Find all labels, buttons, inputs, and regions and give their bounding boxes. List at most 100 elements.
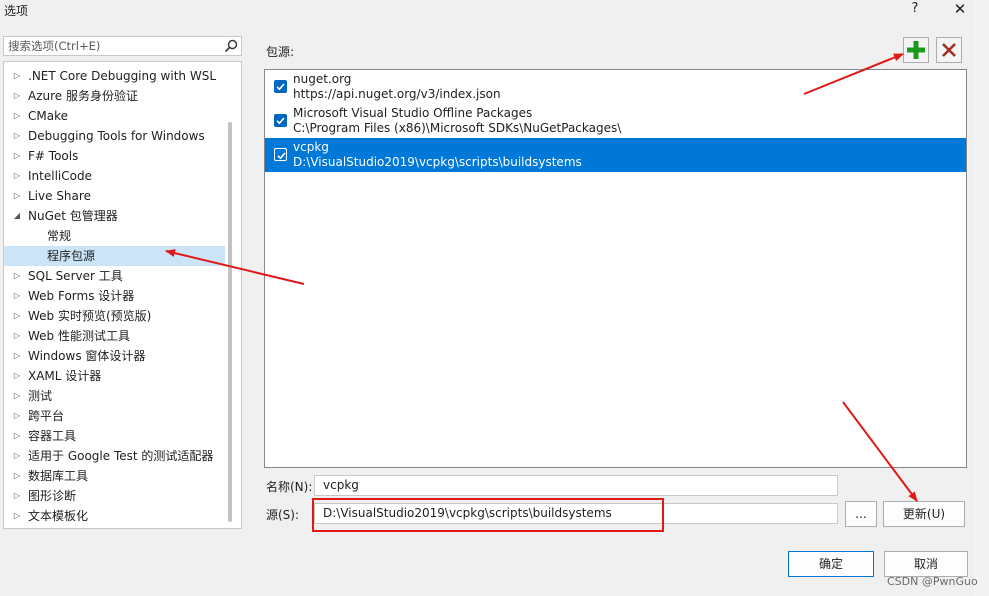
collapsed-arrow-icon[interactable]: ▷ (12, 126, 22, 146)
tree-item[interactable]: ▷ XAML 设计器 (4, 366, 225, 386)
source-url: D:\VisualStudio2019\vcpkg\scripts\builds… (293, 155, 582, 169)
tree-item[interactable]: ▷ F# Tools (4, 146, 225, 166)
collapsed-arrow-icon[interactable]: ▷ (12, 466, 22, 486)
tree-item-label: 程序包源 (47, 249, 96, 263)
collapsed-arrow-icon[interactable]: ▷ (12, 446, 22, 466)
tree-item[interactable]: ▷ SQL Server 工具 (4, 266, 225, 286)
search-input[interactable] (4, 37, 218, 55)
source-url: C:\Program Files (x86)\Microsoft SDKs\Nu… (293, 121, 622, 135)
tree-item[interactable]: ▷ 跨平台 (4, 406, 225, 426)
close-button[interactable]: ✕ (950, 0, 970, 18)
tree-item[interactable]: ▷ IntelliCode (4, 166, 225, 186)
tree-item-label: Debugging Tools for Windows (28, 129, 205, 143)
tree-item-label: Windows 窗体设计器 (28, 349, 146, 363)
collapsed-arrow-icon[interactable]: ▷ (12, 486, 22, 506)
collapsed-arrow-icon[interactable]: ▷ (12, 346, 22, 366)
tree-item[interactable]: ▷ 容器工具 (4, 426, 225, 446)
add-source-button[interactable] (903, 37, 929, 63)
tree-item[interactable]: ▷ Web 性能测试工具 (4, 326, 225, 346)
help-button[interactable]: ? (907, 1, 923, 16)
tree-item[interactable]: ▷ Web 实时预览(预览版) (4, 306, 225, 326)
source-enabled-checkbox[interactable] (274, 148, 287, 161)
tree-item[interactable]: ▷ 数据库工具 (4, 466, 225, 486)
tree-item-label: Azure 服务身份验证 (28, 89, 138, 103)
window-title: 选项 (4, 4, 29, 18)
tree-item-label: IntelliCode (28, 169, 92, 183)
source-field[interactable]: D:\VisualStudio2019\vcpkg\scripts\builds… (314, 503, 838, 524)
collapsed-arrow-icon[interactable]: ▷ (12, 86, 22, 106)
tree-item[interactable]: ▷ 文本模板化 (4, 506, 225, 526)
source-name: vcpkg (293, 140, 329, 154)
tree-item[interactable]: ▷ Live Share (4, 186, 225, 206)
tree-item-label: Web 性能测试工具 (28, 329, 130, 343)
package-source-row[interactable]: vcpkg D:\VisualStudio2019\vcpkg\scripts\b… (265, 138, 966, 172)
expanded-arrow-icon[interactable]: ◢ (12, 206, 22, 226)
source-url: https://api.nuget.org/v3/index.json (293, 87, 501, 101)
tree-item[interactable]: ▷ .NET Core Debugging with WSL (4, 66, 225, 86)
update-button[interactable]: 更新(U) (883, 501, 965, 527)
source-enabled-checkbox[interactable] (274, 114, 287, 127)
source-name: Microsoft Visual Studio Offline Packages (293, 106, 533, 120)
collapsed-arrow-icon[interactable]: ▷ (12, 286, 22, 306)
package-source-row[interactable]: Microsoft Visual Studio Offline Packages… (265, 104, 966, 138)
tree-item[interactable]: 程序包源 (4, 246, 225, 266)
tree-item-label: 跨平台 (28, 409, 65, 423)
options-tree: ▷ .NET Core Debugging with WSL ▷ Azure 服务身份… (3, 61, 242, 529)
package-source-list: nuget.org https://api.nuget.org/v3/index.… (264, 69, 967, 468)
cancel-button[interactable]: 取消 (884, 551, 968, 577)
search-icon[interactable] (224, 39, 238, 53)
tree-item-label: Web Forms 设计器 (28, 289, 135, 303)
tree-item[interactable]: ▷ Windows 窗体设计器 (4, 346, 225, 366)
collapsed-arrow-icon[interactable]: ▷ (12, 326, 22, 346)
tree-item[interactable]: ▷ 适用于 Google Test 的测试适配器 (4, 446, 225, 466)
name-field[interactable]: vcpkg (314, 475, 838, 496)
delete-x-icon (942, 43, 956, 57)
title-bar: 选项 ? ✕ (0, 0, 989, 24)
collapsed-arrow-icon[interactable]: ▷ (12, 506, 22, 526)
remove-source-button[interactable] (936, 37, 962, 63)
tree-scrollbar[interactable] (228, 122, 232, 522)
collapsed-arrow-icon[interactable]: ▷ (12, 66, 22, 86)
tree-item-label: F# Tools (28, 149, 79, 163)
ok-button[interactable]: 确定 (788, 551, 874, 577)
tree-item[interactable]: ◢ NuGet 包管理器 (4, 206, 225, 226)
collapsed-arrow-icon[interactable]: ▷ (12, 166, 22, 186)
collapsed-arrow-icon[interactable]: ▷ (12, 386, 22, 406)
tree-item[interactable]: ▷ Debugging Tools for Windows (4, 126, 225, 146)
tree-item-label: Live Share (28, 189, 91, 203)
collapsed-arrow-icon[interactable]: ▷ (12, 426, 22, 446)
collapsed-arrow-icon[interactable]: ▷ (12, 406, 22, 426)
source-label: 源(S): (266, 508, 300, 522)
tree-item-label: 适用于 Google Test 的测试适配器 (28, 449, 214, 463)
checkmark-icon (276, 83, 285, 91)
tree-item[interactable]: 常规 (4, 226, 225, 246)
watermark: CSDN @PwnGuo (887, 575, 978, 588)
collapsed-arrow-icon[interactable]: ▷ (12, 106, 22, 126)
tree-item-label: 常规 (47, 229, 72, 243)
source-enabled-checkbox[interactable] (274, 80, 287, 93)
tree-item[interactable]: ▷ Web Forms 设计器 (4, 286, 225, 306)
collapsed-arrow-icon[interactable]: ▷ (12, 186, 22, 206)
plus-icon (907, 41, 925, 59)
tree-item-label: NuGet 包管理器 (28, 209, 118, 223)
collapsed-arrow-icon[interactable]: ▷ (12, 366, 22, 386)
package-sources-label: 包源: (266, 45, 295, 59)
browse-button[interactable]: ... (845, 501, 877, 527)
tree-item[interactable]: ▷ 图形诊断 (4, 486, 225, 506)
collapsed-arrow-icon[interactable]: ▷ (12, 306, 22, 326)
options-search (3, 36, 242, 56)
collapsed-arrow-icon[interactable]: ▷ (12, 266, 22, 286)
name-label: 名称(N): (266, 480, 313, 494)
tree-item-label: XAML 设计器 (28, 369, 102, 383)
tree-item[interactable]: ▷ Azure 服务身份验证 (4, 86, 225, 106)
tree-item-label: 容器工具 (28, 429, 77, 443)
tree-item[interactable]: ▷ 测试 (4, 386, 225, 406)
background-window-edge (974, 0, 989, 596)
tree-item[interactable]: ▷ CMake (4, 106, 225, 126)
collapsed-arrow-icon[interactable]: ▷ (12, 146, 22, 166)
tree-item-label: SQL Server 工具 (28, 269, 123, 283)
tree-item-label: Web 实时预览(预览版) (28, 309, 152, 323)
source-name: nuget.org (293, 72, 352, 86)
package-source-row[interactable]: nuget.org https://api.nuget.org/v3/index.… (265, 70, 966, 104)
checkmark-icon (277, 152, 286, 160)
